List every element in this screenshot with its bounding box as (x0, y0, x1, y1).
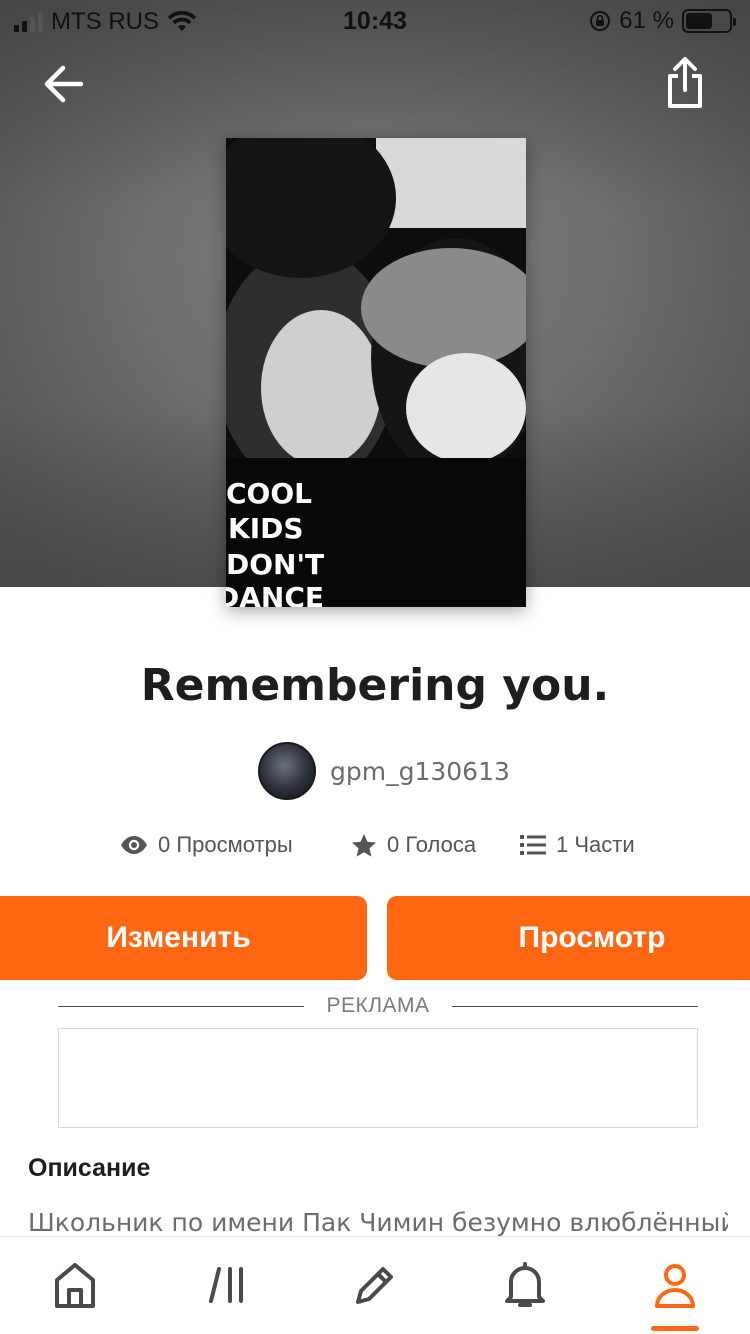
profile-icon (655, 1264, 695, 1308)
cover-text-1: COOL (226, 477, 312, 510)
author-name[interactable]: gpm_g130613 (330, 757, 510, 786)
share-button[interactable] (652, 52, 718, 114)
stat-parts: 1 Части (520, 832, 635, 858)
views-count: 0 Просмотры (158, 832, 293, 857)
share-icon (668, 57, 702, 108)
stat-votes: 0 Голоса (351, 832, 476, 858)
orientation-lock-icon (590, 11, 611, 31)
tab-profile[interactable] (640, 1255, 710, 1315)
description-text: Школьник по имени Пак Чимин безумно влюб… (28, 1208, 728, 1237)
divider-line (58, 1005, 305, 1007)
eye-icon (121, 836, 147, 854)
status-right: 61 % (589, 7, 736, 35)
cover-text-4: DANCE (226, 581, 324, 607)
story-title: Remembering you. (140, 660, 610, 711)
back-button[interactable] (30, 56, 96, 112)
stat-views: 0 Просмотры (120, 832, 293, 858)
status-bar: MTS RUS 10:43 61 % (0, 0, 750, 40)
cover-image: COOL KIDS DON'T DANCE (226, 138, 526, 607)
tab-notifications[interactable] (490, 1255, 560, 1315)
preview-button[interactable]: Просмотр (387, 896, 750, 980)
home-icon (55, 1263, 95, 1308)
parts-count: 1 Части (556, 832, 635, 857)
description-heading: Описание (28, 1154, 151, 1182)
tab-browse[interactable] (192, 1255, 262, 1315)
ad-label: РЕКЛАМА (326, 994, 430, 1017)
ad-divider: РЕКЛАМА (58, 992, 699, 1020)
battery-icon (682, 9, 736, 33)
bottom-tab-bar (0, 1236, 750, 1334)
votes-count: 0 Голоса (387, 832, 477, 857)
ad-slot[interactable] (58, 1028, 698, 1128)
avatar[interactable] (258, 742, 316, 800)
arrow-left-icon (44, 65, 84, 103)
tab-home[interactable] (40, 1255, 110, 1315)
battery-percent: 61 % (619, 7, 674, 34)
tab-write[interactable] (340, 1255, 410, 1315)
author[interactable]: gpm_g130613 (258, 742, 510, 800)
active-tab-indicator (651, 1326, 699, 1331)
pencil-icon (356, 1267, 393, 1304)
story-stats: 0 Просмотры 0 Голоса 1 Части (0, 832, 750, 868)
story-cover[interactable]: COOL KIDS DON'T DANCE (226, 138, 526, 607)
cover-text-2: KIDS (228, 512, 304, 545)
edit-button[interactable]: Изменить (0, 896, 367, 980)
divider-line (451, 1005, 699, 1007)
cover-text-3: DON'T (226, 548, 324, 581)
list-icon (520, 835, 546, 855)
bell-icon (505, 1262, 545, 1307)
star-icon (352, 833, 376, 857)
browse-icon (209, 1267, 243, 1303)
